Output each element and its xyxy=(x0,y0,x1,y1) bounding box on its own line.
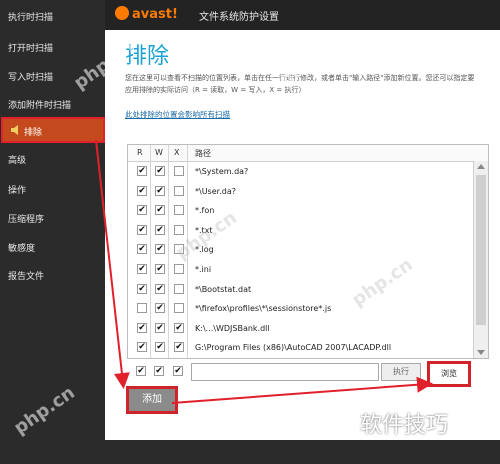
sidebar-item-scan-on-open[interactable]: 打开时扫描 xyxy=(8,41,53,54)
row-r-checkbox[interactable]: ✔ xyxy=(137,244,147,255)
window-title: 文件系统防护设置 xyxy=(199,12,279,23)
path-input[interactable] xyxy=(191,363,379,381)
table-row[interactable]: ✔ *\firefox\profiles\*\sessionstore*.js xyxy=(128,299,473,320)
row-x-checkbox[interactable] xyxy=(174,264,184,274)
table-row[interactable]: ✔ ✔ *.ini xyxy=(128,260,473,281)
row-path: *\User.da? xyxy=(195,186,236,196)
avast-logo-icon xyxy=(115,6,129,20)
scroll-up-icon[interactable] xyxy=(477,164,485,169)
title-bar: avast! 文件系统防护设置 xyxy=(105,0,500,30)
sidebar-item-sensitivity[interactable]: 敏感度 xyxy=(8,241,35,254)
table-header: R W X 路径 xyxy=(128,145,488,162)
row-r-checkbox[interactable] xyxy=(137,303,147,314)
row-r-checkbox[interactable]: ✔ xyxy=(137,342,147,353)
table-row[interactable]: ✔ ✔ *.fon xyxy=(128,201,473,222)
row-path: *\System.da? xyxy=(195,167,249,176)
row-x-checkbox[interactable] xyxy=(174,185,184,196)
row-r-checkbox[interactable]: ✔ xyxy=(137,205,147,216)
speaker-icon xyxy=(11,125,18,135)
sidebar-item-scan-on-execute[interactable]: 执行时扫描 xyxy=(8,10,53,23)
new-entry-write-checkbox[interactable]: ✔ xyxy=(154,366,164,376)
column-header-x[interactable]: X xyxy=(174,148,179,157)
new-entry-execute-checkbox[interactable]: ✔ xyxy=(173,366,183,376)
row-w-checkbox[interactable]: ✔ xyxy=(155,342,165,353)
row-w-checkbox[interactable]: ✔ xyxy=(155,322,165,333)
row-w-checkbox[interactable]: ✔ xyxy=(155,166,165,176)
sidebar-item-label: 排除 xyxy=(24,128,43,138)
sidebar-item-exclusions[interactable]: 排除 xyxy=(1,117,105,143)
row-path: K:\...\WDJSBank.dll xyxy=(195,323,270,333)
row-w-checkbox[interactable]: ✔ xyxy=(155,185,165,196)
row-path: *\firefox\profiles\*\sessionstore*.js xyxy=(195,304,332,314)
row-x-checkbox[interactable]: ✔ xyxy=(174,342,184,353)
table-row[interactable]: ✔ ✔ *.txt xyxy=(128,221,473,242)
column-header-w[interactable]: W xyxy=(155,148,163,157)
table-row[interactable]: ✔ ✔ *\Bootstat.dat xyxy=(128,280,473,301)
row-path: *\Bootstat.dat xyxy=(195,284,252,294)
brand-watermark: 软件技巧 xyxy=(360,413,449,438)
row-w-checkbox[interactable]: ✔ xyxy=(155,244,165,255)
row-r-checkbox[interactable]: ✔ xyxy=(137,224,147,235)
add-button[interactable]: 添加 xyxy=(126,386,178,414)
vertical-scrollbar[interactable] xyxy=(473,161,488,358)
sidebar-item-packers[interactable]: 压缩程序 xyxy=(8,212,44,225)
row-x-checkbox[interactable] xyxy=(174,205,184,216)
row-w-checkbox[interactable]: ✔ xyxy=(155,205,165,216)
scroll-thumb[interactable] xyxy=(476,175,486,325)
sidebar-item-scan-on-attach[interactable]: 添加附件时扫描 xyxy=(8,98,71,111)
row-x-checkbox[interactable] xyxy=(174,166,184,176)
table-row[interactable]: ✔ ✔ *\System.da? xyxy=(128,162,473,183)
row-w-checkbox[interactable]: ✔ xyxy=(155,264,165,274)
row-w-checkbox[interactable]: ✔ xyxy=(155,283,165,294)
column-header-r[interactable]: R xyxy=(137,148,143,157)
table-row[interactable]: ✔ ✔ ✔ G:\Program Files (x86)\AutoCAD 2007\L… xyxy=(128,338,473,358)
scroll-down-icon[interactable] xyxy=(477,350,485,355)
apply-button[interactable]: 执行 xyxy=(381,363,421,381)
table-row[interactable]: ✔ ✔ *\User.da? xyxy=(128,182,473,203)
row-r-checkbox[interactable]: ✔ xyxy=(137,283,147,294)
row-path: *.fon xyxy=(195,206,215,216)
row-r-checkbox[interactable]: ✔ xyxy=(137,166,147,176)
global-exclusions-link[interactable]: 此处排除的位置会影响所有扫描 xyxy=(125,109,230,120)
new-entry-read-checkbox[interactable]: ✔ xyxy=(136,366,146,376)
logo-text: avast! xyxy=(132,7,178,22)
row-x-checkbox[interactable] xyxy=(174,283,184,294)
row-x-checkbox[interactable] xyxy=(174,303,184,314)
avast-logo: avast! xyxy=(115,6,178,22)
browse-button[interactable]: 浏览 xyxy=(427,361,471,387)
row-x-checkbox[interactable] xyxy=(174,224,184,235)
table-row[interactable]: ✔ ✔ ✔ K:\...\WDJSBank.dll xyxy=(128,319,473,340)
row-r-checkbox[interactable]: ✔ xyxy=(137,264,147,274)
row-path: *.ini xyxy=(195,265,212,274)
sidebar-item-actions[interactable]: 操作 xyxy=(8,183,26,196)
row-r-checkbox[interactable]: ✔ xyxy=(137,185,147,196)
row-path: G:\Program Files (x86)\AutoCAD 2007\LACA… xyxy=(195,343,392,353)
row-w-checkbox[interactable]: ✔ xyxy=(155,303,165,314)
row-x-checkbox[interactable]: ✔ xyxy=(174,322,184,333)
sidebar-item-report-file[interactable]: 报告文件 xyxy=(8,269,44,282)
sidebar-item-advanced[interactable]: 高级 xyxy=(8,153,26,166)
sidebar-item-scan-on-write[interactable]: 写入时扫描 xyxy=(8,70,53,83)
row-r-checkbox[interactable]: ✔ xyxy=(137,322,147,333)
row-w-checkbox[interactable]: ✔ xyxy=(155,224,165,235)
column-header-path[interactable]: 路径 xyxy=(195,148,211,159)
